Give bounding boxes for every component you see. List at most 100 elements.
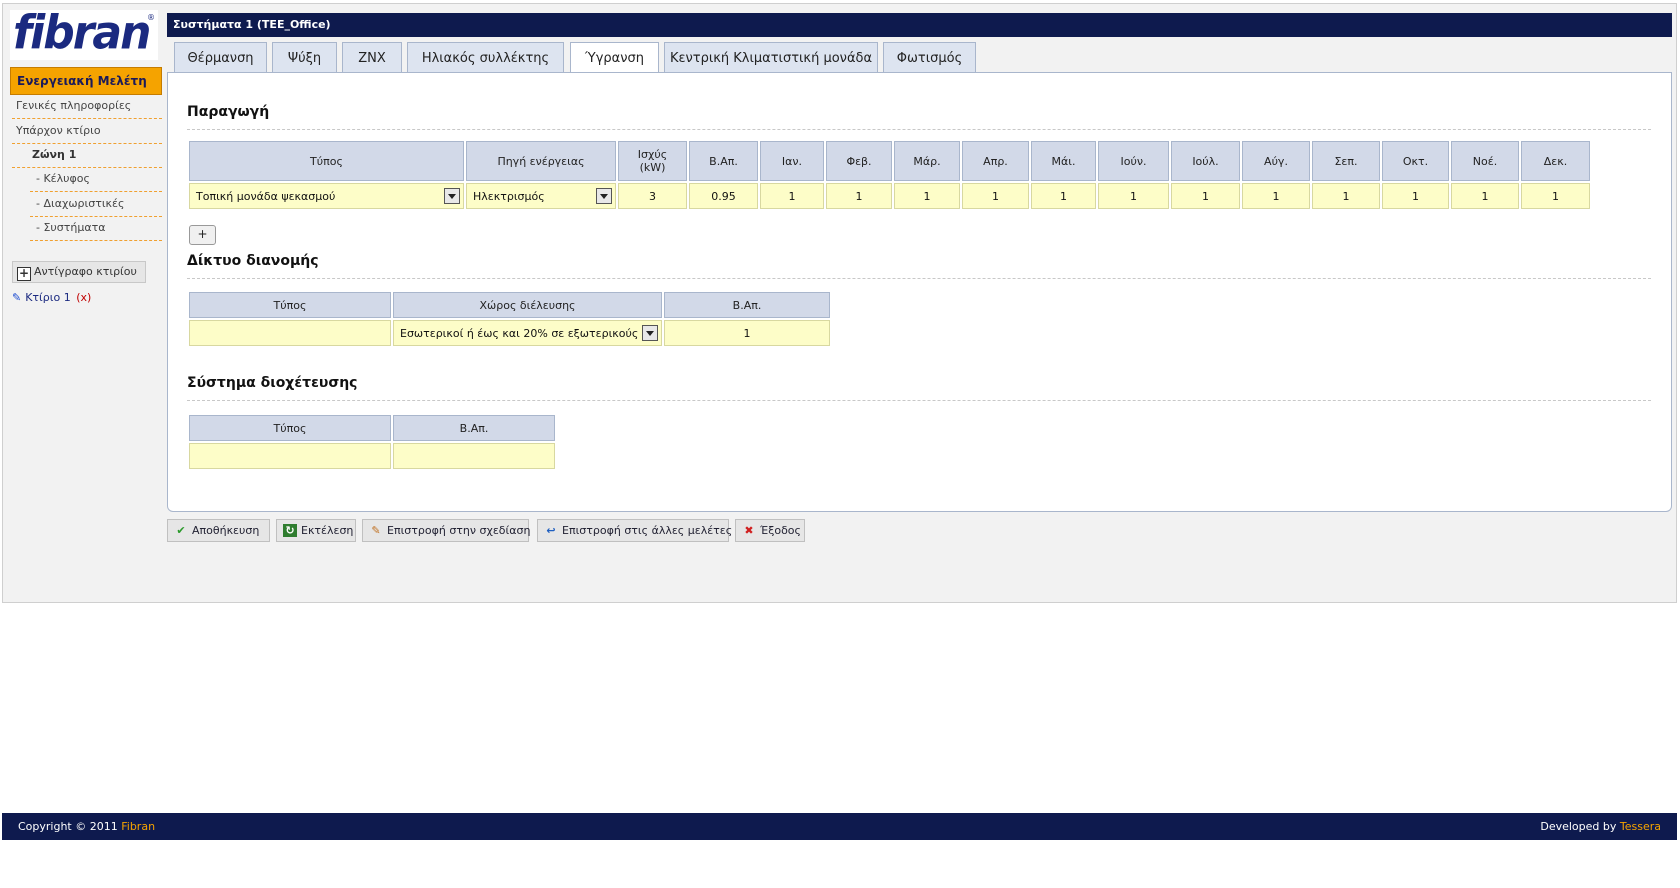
tab-central-ahu[interactable]: Κεντρική Κλιματιστική μονάδα — [664, 42, 878, 73]
registered-icon: ® — [147, 13, 155, 22]
energy-source-value: Ηλεκτρισμός — [473, 189, 545, 203]
passage-space-value: Εσωτερικοί ή έως και 20% σε εξωτερικούς — [400, 326, 639, 340]
footer: Copyright © 2011 Fibran Developed by Tes… — [2, 813, 1677, 840]
return-to-studies-label: Επιστροφή στις άλλες μελέτες — [562, 524, 733, 537]
distribution-type-input[interactable] — [189, 320, 391, 346]
tab-heating[interactable]: Θέρμανση — [174, 42, 267, 73]
energy-study-button[interactable]: Ενεργειακή Μελέτη — [10, 67, 162, 95]
building-label[interactable]: Κτίριο 1 — [25, 291, 71, 304]
run-icon: ↻ — [283, 524, 297, 537]
sidebar-link-existing-building[interactable]: Υπάρχον κτίριο — [12, 118, 162, 144]
save-button[interactable]: ✔ Αποθήκευση — [167, 519, 270, 542]
header-type: Τύπος — [189, 292, 391, 318]
delivery-efficiency-input[interactable] — [393, 443, 555, 469]
month-input[interactable]: 1 — [1312, 183, 1380, 209]
exit-label: Έξοδος — [760, 524, 801, 537]
sidebar-link-systems[interactable]: - Συστήματα — [30, 215, 162, 241]
energy-source-select[interactable]: Ηλεκτρισμός — [466, 183, 616, 209]
header-month: Μάι. — [1031, 141, 1096, 181]
sidebar-link-partitions[interactable]: - Διαχωριστικές — [30, 191, 162, 217]
tab-cooling[interactable]: Ψύξη — [272, 42, 337, 73]
chevron-down-icon[interactable] — [444, 188, 460, 204]
month-input[interactable]: 1 — [1451, 183, 1519, 209]
copy-building-button[interactable]: + Αντίγραφο κτιρίου — [12, 261, 146, 283]
add-row-button[interactable]: + — [189, 225, 216, 245]
delivery-title: Σύστημα διοχέτευσης — [187, 375, 358, 391]
building-item[interactable]: ✎ Κτίριο 1 (x) — [12, 291, 91, 304]
exit-button[interactable]: ✖ Έξοδος — [735, 519, 805, 542]
back-arrow-icon: ↩ — [546, 524, 556, 537]
header-month: Νοέ. — [1451, 141, 1519, 181]
header-month: Αύγ. — [1242, 141, 1310, 181]
delivery-type-input[interactable] — [189, 443, 391, 469]
tab-dhw[interactable]: ΖΝΧ — [342, 42, 402, 73]
header-passage-space: Χώρος διέλευσης — [393, 292, 662, 318]
divider — [187, 129, 1651, 130]
month-input[interactable]: 1 — [1031, 183, 1096, 209]
month-input[interactable]: 1 — [894, 183, 960, 209]
passage-space-select[interactable]: Εσωτερικοί ή έως και 20% σε εξωτερικούς — [393, 320, 662, 346]
header-efficiency: Β.Απ. — [664, 292, 830, 318]
month-input[interactable]: 1 — [1098, 183, 1169, 209]
header-efficiency: Β.Απ. — [689, 141, 758, 181]
header-efficiency: Β.Απ. — [393, 415, 555, 441]
run-button[interactable]: ↻ Εκτέλεση — [276, 519, 356, 542]
power-input[interactable]: 3 — [618, 183, 687, 209]
header-month: Ιαν. — [760, 141, 824, 181]
header-power: Ισχύς (kW) — [618, 141, 687, 181]
humidification-panel: Παραγωγή Τύπος Πηγή ενέργειας Ισχύς (kW)… — [167, 72, 1672, 512]
fibran-link[interactable]: Fibran — [121, 820, 155, 833]
header-month: Φεβ. — [826, 141, 892, 181]
header-month: Ιούν. — [1098, 141, 1169, 181]
type-select[interactable]: Τοπική μονάδα ψεκασμού — [189, 183, 464, 209]
sidebar-link-zone-1[interactable]: Ζώνη 1 — [12, 142, 162, 168]
distribution-efficiency-input[interactable]: 1 — [664, 320, 830, 346]
month-input[interactable]: 1 — [1242, 183, 1310, 209]
header-month: Δεκ. — [1521, 141, 1590, 181]
type-select-value: Τοπική μονάδα ψεκασμού — [196, 189, 336, 203]
pencil-icon: ✎ — [371, 524, 381, 537]
return-to-design-label: Επιστροφή στην σχεδίαση — [387, 524, 531, 537]
header-month: Οκτ. — [1382, 141, 1449, 181]
tessera-link[interactable]: Tessera — [1620, 820, 1661, 833]
page-title: Συστήματα 1 (TEE_Office) — [167, 13, 1672, 37]
logo-wordmark: fibran — [13, 6, 151, 61]
plus-icon: + — [17, 266, 31, 281]
month-input[interactable]: 1 — [1521, 183, 1590, 209]
header-month: Μάρ. — [894, 141, 960, 181]
developed-by-text: Developed by — [1540, 820, 1620, 833]
month-input[interactable]: 1 — [1382, 183, 1449, 209]
chevron-down-icon[interactable] — [596, 188, 612, 204]
header-type: Τύπος — [189, 415, 391, 441]
close-icon: ✖ — [744, 524, 754, 537]
copyright: Copyright © 2011 Fibran — [18, 820, 155, 833]
tab-solar-collector[interactable]: Ηλιακός συλλέκτης — [407, 42, 564, 73]
month-input[interactable]: 1 — [826, 183, 892, 209]
distribution-title: Δίκτυο διανομής — [187, 253, 319, 269]
month-input[interactable]: 1 — [1171, 183, 1240, 209]
run-label: Εκτέλεση — [301, 524, 354, 537]
return-to-studies-button[interactable]: ↩ Επιστροφή στις άλλες μελέτες — [537, 519, 733, 542]
header-month: Απρ. — [962, 141, 1029, 181]
divider — [187, 278, 1651, 279]
header-month: Ιούλ. — [1171, 141, 1240, 181]
return-to-design-button[interactable]: ✎ Επιστροφή στην σχεδίαση — [362, 519, 531, 542]
production-title: Παραγωγή — [187, 104, 270, 120]
sidebar-link-envelope[interactable]: - Κέλυφος — [30, 166, 162, 192]
pin-icon: ✎ — [12, 291, 22, 304]
fibran-logo: fibran ® — [10, 6, 158, 61]
chevron-down-icon[interactable] — [642, 325, 658, 341]
header-month: Σεπ. — [1312, 141, 1380, 181]
header-type: Τύπος — [189, 141, 464, 181]
check-icon: ✔ — [176, 524, 186, 537]
efficiency-input[interactable]: 0.95 — [689, 183, 758, 209]
copy-building-label: Αντίγραφο κτιρίου — [34, 265, 137, 278]
save-label: Αποθήκευση — [192, 524, 260, 537]
month-input[interactable]: 1 — [962, 183, 1029, 209]
delete-building-link[interactable]: (x) — [76, 291, 91, 304]
tab-lighting[interactable]: Φωτισμός — [883, 42, 976, 73]
month-input[interactable]: 1 — [760, 183, 824, 209]
sidebar-link-general-info[interactable]: Γενικές πληροφορίες — [12, 93, 162, 119]
header-energy-source: Πηγή ενέργειας — [466, 141, 616, 181]
tab-humidification[interactable]: Ύγρανση — [570, 42, 659, 75]
